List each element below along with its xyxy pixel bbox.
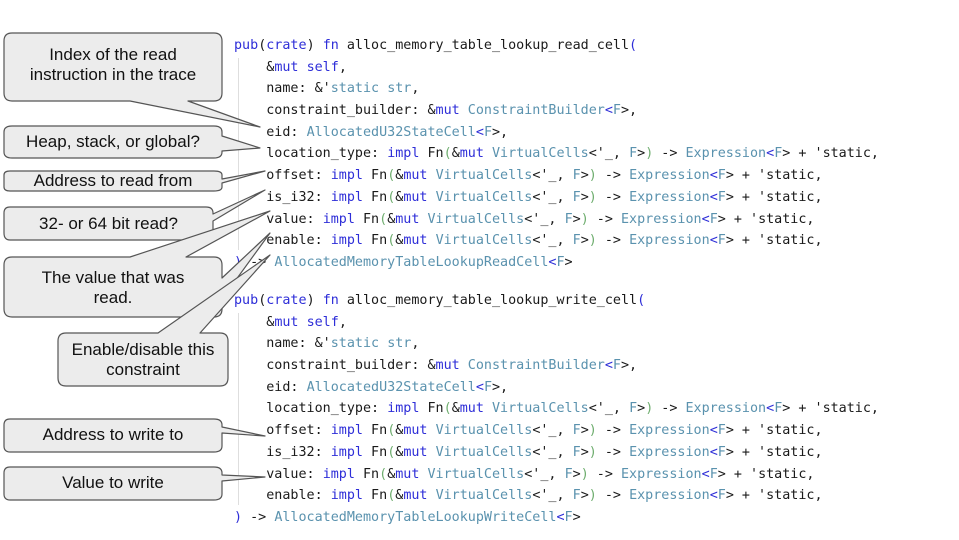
callout-read-width-text: 32- or 64 bit read? [39,214,178,233]
callout-read-address-text: Address to read from [33,171,193,190]
callout-read-location-text: Heap, stack, or global? [26,132,200,151]
callout-read-enable-text: Enable/disable this constraint [71,340,215,379]
callout-read-index-text: Index of the read instruction in the tra… [29,45,197,84]
callout-write-address-text: Address to write to [42,425,184,444]
callout-read-value-text: The value that was read. [41,268,185,307]
callout-write-value-text: Value to write [62,473,164,492]
